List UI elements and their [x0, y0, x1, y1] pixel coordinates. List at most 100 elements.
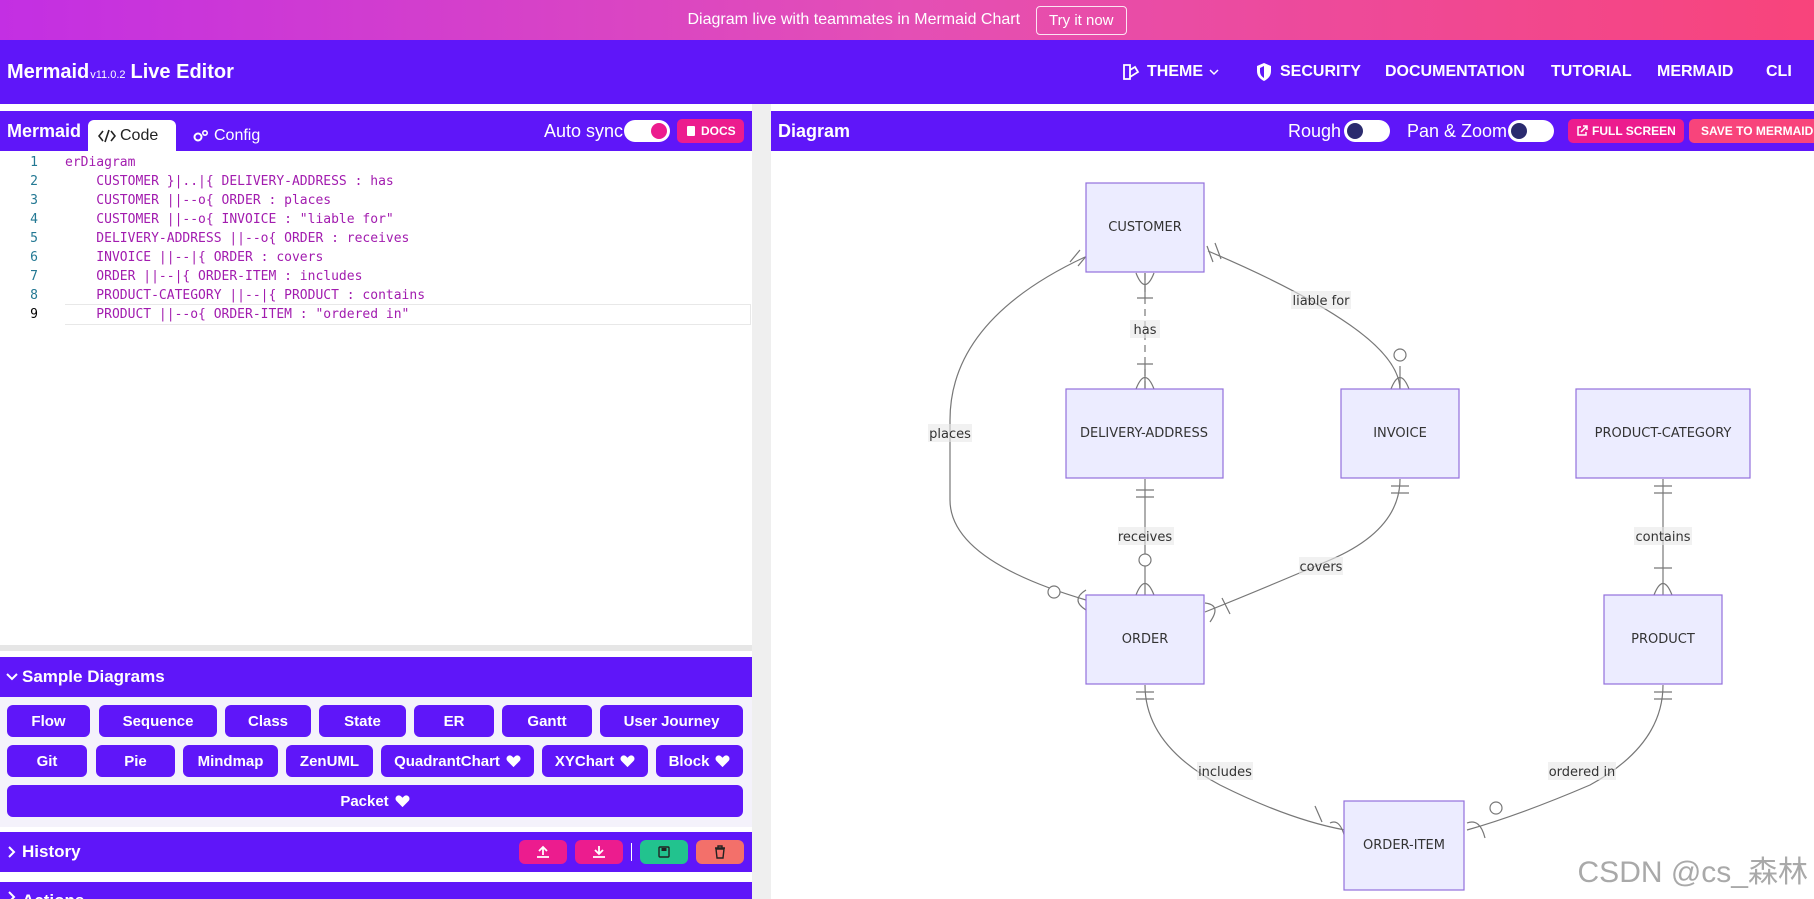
history-header[interactable]: History — [0, 832, 752, 872]
pan-zoom-toggle[interactable] — [1508, 120, 1554, 142]
app-header: Mermaid v11.0.2 Live Editor THEME SECURI… — [0, 40, 1814, 104]
sample-diagrams-header[interactable]: Sample Diagrams — [0, 657, 752, 697]
crow-foot-marker — [1135, 272, 1155, 299]
nav-security[interactable]: SECURITY — [1254, 62, 1374, 82]
app-root: Diagram live with teammates in Mermaid C… — [0, 0, 1814, 899]
editor-header: Mermaid Code Config Auto sync DOCS — [0, 111, 752, 151]
book-icon — [687, 126, 695, 136]
heart-icon — [395, 794, 410, 807]
rel-label-liable-for: liable for — [1292, 294, 1350, 309]
brand[interactable]: Mermaid v11.0.2 Live Editor — [7, 61, 234, 84]
rel-label-includes: includes — [1198, 765, 1252, 780]
sample-class-button[interactable]: Class — [225, 705, 311, 737]
zero-marker — [1138, 553, 1152, 567]
sample-packet-button[interactable]: Packet — [7, 785, 743, 817]
save-history-button[interactable] — [640, 840, 688, 864]
download-button[interactable] — [575, 840, 623, 864]
docs-button[interactable]: DOCS — [677, 119, 744, 143]
sample-er-button[interactable]: ER — [414, 705, 494, 737]
nav-cli[interactable]: CLI — [1766, 63, 1792, 81]
nav-tutorial[interactable]: TUTORIAL — [1551, 63, 1632, 81]
code-line: 4 CUSTOMER ||--o{ INVOICE : "liable for" — [30, 212, 394, 227]
sample-mindmap-button[interactable]: Mindmap — [183, 745, 278, 777]
crow-foot-marker — [1135, 363, 1155, 390]
save-to-mermaid-button[interactable]: SAVE TO MERMAID — [1689, 119, 1814, 143]
full-screen-button[interactable]: FULL SCREEN — [1568, 119, 1684, 143]
code-line: 6 INVOICE ||--|{ ORDER : covers — [30, 250, 324, 265]
rel-label-receives: receives — [1118, 530, 1173, 545]
shield-icon — [1257, 63, 1271, 81]
theme-icon — [1123, 64, 1140, 80]
heart-icon — [620, 754, 635, 767]
diagram-canvas[interactable]: CUSTOMER DELIVERY-ADDRESS INVOICE PRODUC… — [771, 151, 1814, 899]
sample-block-button[interactable]: Block — [656, 745, 743, 777]
code-line: 1 erDiagram — [30, 155, 136, 170]
crow-foot-marker — [1466, 821, 1486, 839]
code-line: 2 CUSTOMER }|..|{ DELIVERY-ADDRESS : has — [30, 174, 394, 189]
rough-toggle[interactable] — [1344, 120, 1390, 142]
nav-theme[interactable]: THEME — [1121, 62, 1231, 82]
banner-text: Diagram live with teammates in Mermaid C… — [687, 11, 1021, 28]
trash-icon — [715, 845, 725, 859]
upload-icon — [537, 845, 549, 858]
nav-documentation[interactable]: DOCUMENTATION — [1385, 63, 1525, 81]
diagram-header: Diagram Rough Pan & Zoom FULL SCREEN SAV… — [771, 111, 1814, 151]
sample-sequence-button[interactable]: Sequence — [99, 705, 217, 737]
auto-sync-label: Auto sync — [544, 120, 624, 141]
code-line: 8 PRODUCT-CATEGORY ||--|{ PRODUCT : cont… — [30, 288, 426, 303]
diagram-title: Diagram — [778, 120, 851, 141]
panel-divider[interactable] — [752, 104, 771, 899]
promo-banner: Diagram live with teammates in Mermaid C… — [0, 0, 1814, 40]
entity-label: ORDER — [1122, 632, 1169, 647]
er-diagram: CUSTOMER DELIVERY-ADDRESS INVOICE PRODUC… — [928, 182, 1751, 891]
sample-flow-button[interactable]: Flow — [7, 705, 90, 737]
active-line-highlight — [65, 304, 751, 325]
entity-label: INVOICE — [1373, 426, 1427, 441]
editor-scrollbar[interactable] — [0, 645, 752, 651]
nav-mermaid[interactable]: MERMAID — [1657, 63, 1733, 81]
clear-history-button[interactable] — [696, 840, 744, 864]
chevron-down-icon — [1209, 69, 1219, 76]
entity-label: PRODUCT — [1631, 632, 1695, 647]
rel-label-places: places — [929, 427, 971, 442]
watermark: CSDN @cs_森林 — [1577, 856, 1808, 889]
sample-zenuml-button[interactable]: ZenUML — [286, 745, 373, 777]
toggle-knob — [1511, 123, 1527, 139]
history-actions — [519, 840, 744, 864]
sample-xychart-button[interactable]: XYChart — [542, 745, 648, 777]
editor-title: Mermaid — [7, 120, 82, 141]
rel-line-includes — [1144, 684, 1346, 831]
rel-line-covers — [1204, 478, 1401, 613]
tab-code[interactable]: Code — [88, 120, 176, 151]
toggle-knob — [651, 123, 667, 139]
tab-config[interactable]: Config — [182, 120, 278, 151]
sample-quadrantchart-button[interactable]: QuadrantChart — [381, 745, 534, 777]
zero-marker — [1047, 585, 1061, 599]
code-editor[interactable]: 1 erDiagram 2 CUSTOMER }|..|{ DELIVERY-A… — [0, 151, 752, 645]
rel-line-liable-for — [1207, 250, 1401, 391]
entity-label: ORDER-ITEM — [1363, 838, 1445, 853]
one-marker — [1206, 242, 1222, 263]
auto-sync-toggle[interactable] — [624, 120, 670, 142]
brand-version: v11.0.2 — [90, 68, 126, 81]
sample-git-button[interactable]: Git — [7, 745, 87, 777]
sample-user-journey-button[interactable]: User Journey — [600, 705, 743, 737]
actions-header[interactable]: Actions — [0, 882, 752, 899]
sample-diagrams-panel: Flow Sequence Class State ER Gantt User … — [0, 697, 752, 827]
entity-label: DELIVERY-ADDRESS — [1080, 426, 1208, 441]
brand-name: Mermaid — [7, 60, 90, 83]
chevron-down-icon — [6, 673, 18, 681]
upload-button[interactable] — [519, 840, 567, 864]
rel-label-covers: covers — [1300, 560, 1343, 575]
try-it-now-button[interactable]: Try it now — [1036, 5, 1127, 35]
sample-state-button[interactable]: State — [319, 705, 406, 737]
rel-label-contains: contains — [1635, 530, 1690, 545]
sample-pie-button[interactable]: Pie — [96, 745, 175, 777]
crow-foot-marker — [1314, 805, 1346, 839]
rel-label-has: has — [1134, 323, 1157, 338]
entity-label: PRODUCT-CATEGORY — [1595, 426, 1732, 441]
heart-icon — [506, 754, 521, 767]
sample-gantt-button[interactable]: Gantt — [502, 705, 592, 737]
code-icon — [98, 129, 116, 142]
crow-foot-marker — [1390, 366, 1410, 390]
